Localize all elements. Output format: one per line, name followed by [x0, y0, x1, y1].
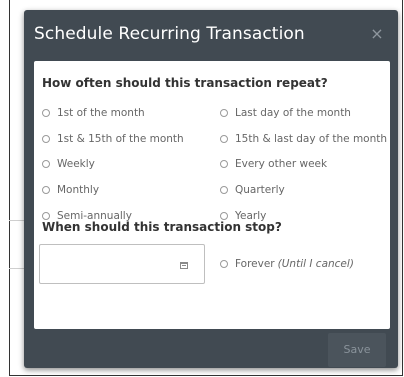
radio-circle-icon[interactable]: [220, 260, 228, 268]
modal-footer: Save: [24, 330, 398, 368]
radio-label: 1st & 15th of the month: [57, 133, 184, 145]
radio-label: Quarterly: [235, 184, 285, 196]
save-button[interactable]: Save: [328, 333, 386, 367]
modal-body: How often should this transaction repeat…: [34, 61, 390, 329]
radio-label: Every other week: [235, 158, 328, 170]
radio-option-every-other-week[interactable]: Every other week: [220, 158, 327, 170]
radio-circle-icon[interactable]: [42, 109, 50, 117]
radio-label: Last day of the month: [235, 107, 351, 119]
modal-title: Schedule Recurring Transaction: [34, 24, 305, 44]
modal-header: Schedule Recurring Transaction ×: [24, 10, 398, 62]
radio-option-forever[interactable]: Forever (Until I cancel): [220, 258, 354, 270]
radio-label: 1st of the month: [57, 107, 145, 119]
calendar-icon[interactable]: [180, 262, 188, 269]
radio-circle-icon[interactable]: [220, 186, 228, 194]
forever-label: Forever: [235, 258, 275, 270]
radio-option-1st-15th[interactable]: 1st & 15th of the month: [42, 133, 184, 145]
radio-circle-icon[interactable]: [220, 135, 228, 143]
radio-circle-icon[interactable]: [220, 160, 228, 168]
radio-option-monthly[interactable]: Monthly: [42, 184, 99, 196]
stop-question: When should this transaction stop?: [42, 220, 282, 234]
radio-circle-icon[interactable]: [42, 186, 50, 194]
radio-option-weekly[interactable]: Weekly: [42, 158, 95, 170]
radio-label: Weekly: [57, 158, 95, 170]
radio-option-last-day[interactable]: Last day of the month: [220, 107, 351, 119]
radio-option-1st-of-month[interactable]: 1st of the month: [42, 107, 145, 119]
radio-option-quarterly[interactable]: Quarterly: [220, 184, 285, 196]
radio-circle-icon[interactable]: [42, 135, 50, 143]
schedule-recurring-modal: Schedule Recurring Transaction × How oft…: [24, 10, 398, 368]
radio-circle-icon[interactable]: [42, 160, 50, 168]
radio-label: Monthly: [57, 184, 100, 196]
radio-circle-icon[interactable]: [220, 109, 228, 117]
radio-circle-icon[interactable]: [220, 212, 228, 220]
radio-label: 15th & last day of the month: [235, 133, 388, 145]
radio-option-15th-last[interactable]: 15th & last day of the month: [220, 133, 387, 145]
radio-circle-icon[interactable]: [42, 212, 50, 220]
forever-note: (Until I cancel): [277, 258, 354, 270]
frequency-question: How often should this transaction repeat…: [42, 76, 328, 90]
stop-date-input[interactable]: [39, 244, 205, 284]
close-icon[interactable]: ×: [368, 23, 386, 45]
